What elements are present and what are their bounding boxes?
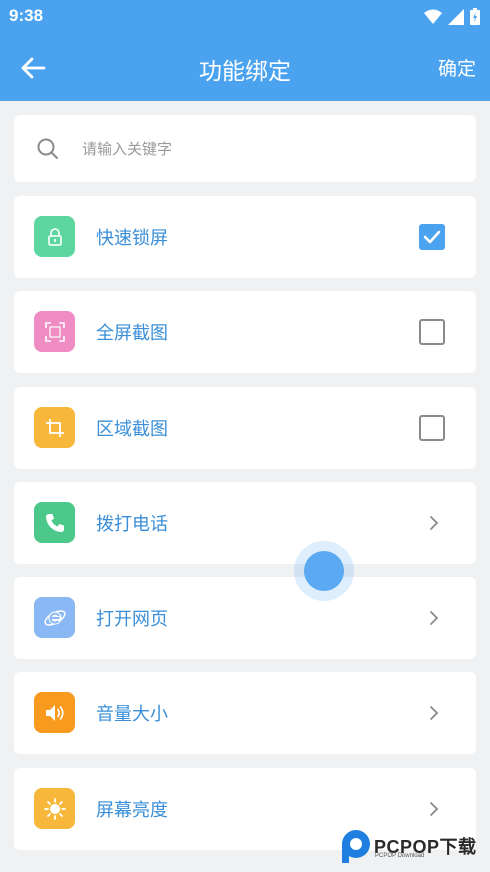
signal-icon xyxy=(448,8,464,25)
search-icon xyxy=(37,138,58,159)
list-item-call[interactable]: 拨打电话 xyxy=(14,482,476,564)
volume-icon xyxy=(34,692,75,733)
browser-icon xyxy=(34,597,75,638)
status-time: 9:38 xyxy=(9,6,44,25)
floating-assist-button[interactable] xyxy=(304,551,344,591)
phone-icon xyxy=(34,502,75,543)
list-item-label: 屏幕亮度 xyxy=(96,800,168,821)
search-box xyxy=(14,115,476,182)
chevron-right-icon xyxy=(430,516,439,530)
watermark: PCPOP下载 PCPOP Download xyxy=(338,828,488,868)
chevron-right-icon xyxy=(430,611,439,625)
list-item-label: 打开网页 xyxy=(96,609,168,630)
crop-icon xyxy=(34,407,75,448)
list-item-quick-lock[interactable]: 快速锁屏 xyxy=(14,196,476,278)
brightness-icon xyxy=(34,788,75,829)
status-bar: 9:38 xyxy=(0,0,490,34)
list-item-volume[interactable]: 音量大小 xyxy=(14,672,476,754)
chevron-right-icon xyxy=(430,802,439,816)
list-item-label: 快速锁屏 xyxy=(96,228,168,249)
confirm-button[interactable]: 确定 xyxy=(438,54,476,81)
list-item-label: 全屏截图 xyxy=(96,323,168,344)
app-bar: 功能绑定 确定 xyxy=(0,34,490,101)
check-icon xyxy=(423,230,441,244)
list-item-open-web[interactable]: 打开网页 xyxy=(14,577,476,659)
checkbox-unchecked[interactable] xyxy=(419,319,445,345)
wifi-icon xyxy=(424,9,442,24)
chevron-right-icon xyxy=(430,706,439,720)
list-item-label: 音量大小 xyxy=(96,704,168,725)
page-title: 功能绑定 xyxy=(199,59,291,85)
list-item-label: 拨打电话 xyxy=(96,514,168,535)
lock-icon xyxy=(34,216,75,257)
battery-icon xyxy=(470,8,480,25)
list-item-fullscreen-capture[interactable]: 全屏截图 xyxy=(14,291,476,373)
search-input[interactable] xyxy=(82,129,452,169)
status-icons xyxy=(424,8,480,25)
list-item-area-capture[interactable]: 区域截图 xyxy=(14,387,476,469)
pcpop-logo-icon xyxy=(342,830,370,863)
checkbox-checked[interactable] xyxy=(419,224,445,250)
checkbox-unchecked[interactable] xyxy=(419,415,445,441)
fullscreen-capture-icon xyxy=(34,311,75,352)
list-item-label: 区域截图 xyxy=(96,419,168,440)
watermark-sub: PCPOP Download xyxy=(375,853,425,859)
